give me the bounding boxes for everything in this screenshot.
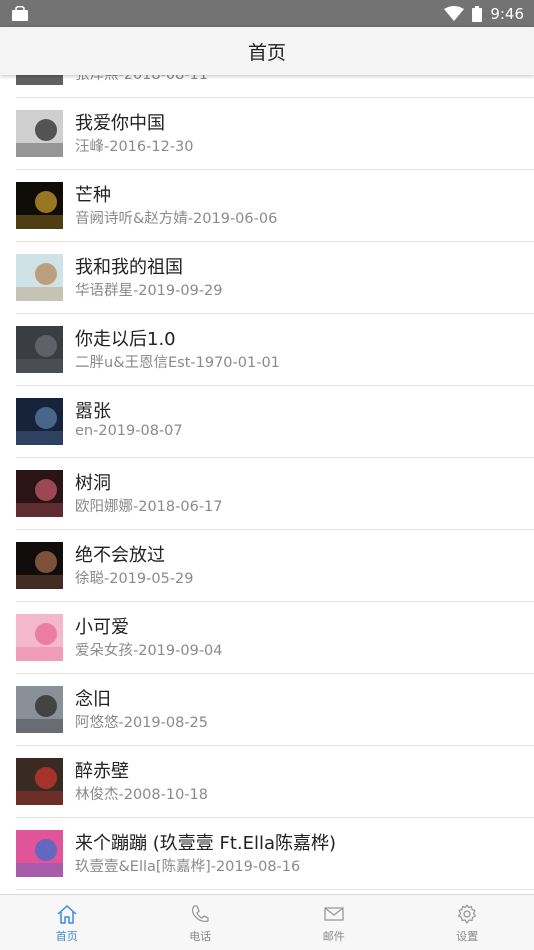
album-cover [16, 758, 63, 805]
song-subtitle: 欧阳娜娜-2018-06-17 [75, 495, 223, 516]
page-title: 首页 [248, 38, 286, 65]
album-cover [16, 254, 63, 301]
song-title: 树洞 [75, 469, 111, 495]
song-row[interactable]: 那个女孩张泽熙-2018-08-11 [16, 75, 534, 98]
song-row[interactable]: 你走以后1.0二胖u&王恩信Est-1970-01-01 [16, 314, 534, 386]
song-subtitle: en-2019-08-07 [75, 423, 183, 439]
album-cover [16, 542, 63, 589]
album-cover [16, 110, 63, 157]
song-title: 来个蹦蹦 (玖壹壹 Ft.Ella陈嘉桦) [75, 829, 336, 855]
song-title: 芒种 [75, 181, 111, 207]
mail-icon [323, 903, 345, 925]
bottom-nav: 首页 电话 邮件 设置 [0, 894, 534, 950]
song-row[interactable]: 醉赤壁林俊杰-2008-10-18 [16, 746, 534, 818]
song-subtitle: 二胖u&王恩信Est-1970-01-01 [75, 351, 280, 372]
nav-settings-label: 设置 [456, 928, 478, 944]
song-row[interactable]: 我爱你中国汪峰-2016-12-30 [16, 98, 534, 170]
song-subtitle: 汪峰-2016-12-30 [75, 135, 194, 156]
status-time: 9:46 [490, 5, 524, 23]
song-title: 小可爱 [75, 613, 129, 639]
song-subtitle: 阿悠悠-2019-08-25 [75, 711, 208, 732]
nav-phone-label: 电话 [189, 928, 211, 944]
nav-mail-label: 邮件 [323, 928, 345, 944]
song-title: 我和我的祖国 [75, 253, 183, 279]
home-icon [56, 903, 78, 925]
wifi-icon [444, 6, 464, 21]
song-subtitle: 爱朵女孩-2019-09-04 [75, 639, 223, 660]
song-row[interactable]: 嚣张en-2019-08-07 [16, 386, 534, 458]
settings-icon [456, 903, 478, 925]
song-title: 我爱你中国 [75, 109, 165, 135]
phone-icon [189, 903, 211, 925]
album-cover [16, 830, 63, 877]
song-title: 醉赤壁 [75, 757, 129, 783]
app-bar: 首页 [0, 27, 534, 75]
status-bar: 9:46 [0, 0, 534, 27]
shopping-bag-icon [11, 6, 29, 21]
song-title: 念旧 [75, 685, 111, 711]
song-subtitle: 林俊杰-2008-10-18 [75, 783, 208, 804]
song-list[interactable]: 那个女孩张泽熙-2018-08-11我爱你中国汪峰-2016-12-30芒种音阙… [0, 75, 534, 894]
battery-icon [472, 6, 482, 22]
song-title: 你走以后1.0 [75, 325, 176, 351]
song-title: 绝不会放过 [75, 541, 165, 567]
song-subtitle: 音阙诗听&赵方婧-2019-06-06 [75, 207, 277, 228]
album-cover [16, 326, 63, 373]
song-row[interactable]: 来个蹦蹦 (玖壹壹 Ft.Ella陈嘉桦)玖壹壹&Ella[陈嘉桦]-2019-… [16, 818, 534, 890]
nav-mail[interactable]: 邮件 [267, 895, 401, 950]
song-row[interactable]: 我和我的祖国华语群星-2019-09-29 [16, 242, 534, 314]
album-cover [16, 75, 63, 85]
nav-settings[interactable]: 设置 [401, 895, 534, 950]
nav-phone[interactable]: 电话 [134, 895, 268, 950]
song-subtitle: 华语群星-2019-09-29 [75, 279, 223, 300]
song-row[interactable]: 小可爱爱朵女孩-2019-09-04 [16, 602, 534, 674]
album-cover [16, 686, 63, 733]
song-row[interactable]: 念旧阿悠悠-2019-08-25 [16, 674, 534, 746]
song-list-inner: 那个女孩张泽熙-2018-08-11我爱你中国汪峰-2016-12-30芒种音阙… [0, 75, 534, 890]
song-row[interactable]: 绝不会放过徐聪-2019-05-29 [16, 530, 534, 602]
song-row[interactable]: 树洞欧阳娜娜-2018-06-17 [16, 458, 534, 530]
song-subtitle: 玖壹壹&Ella[陈嘉桦]-2019-08-16 [75, 855, 300, 876]
nav-home[interactable]: 首页 [0, 895, 134, 950]
album-cover [16, 470, 63, 517]
song-subtitle: 徐聪-2019-05-29 [75, 567, 194, 588]
album-cover [16, 182, 63, 229]
song-row[interactable]: 芒种音阙诗听&赵方婧-2019-06-06 [16, 170, 534, 242]
song-title: 嚣张 [75, 397, 111, 423]
album-cover [16, 398, 63, 445]
nav-home-label: 首页 [56, 928, 78, 944]
album-cover [16, 614, 63, 661]
song-subtitle: 张泽熙-2018-08-11 [75, 75, 208, 84]
